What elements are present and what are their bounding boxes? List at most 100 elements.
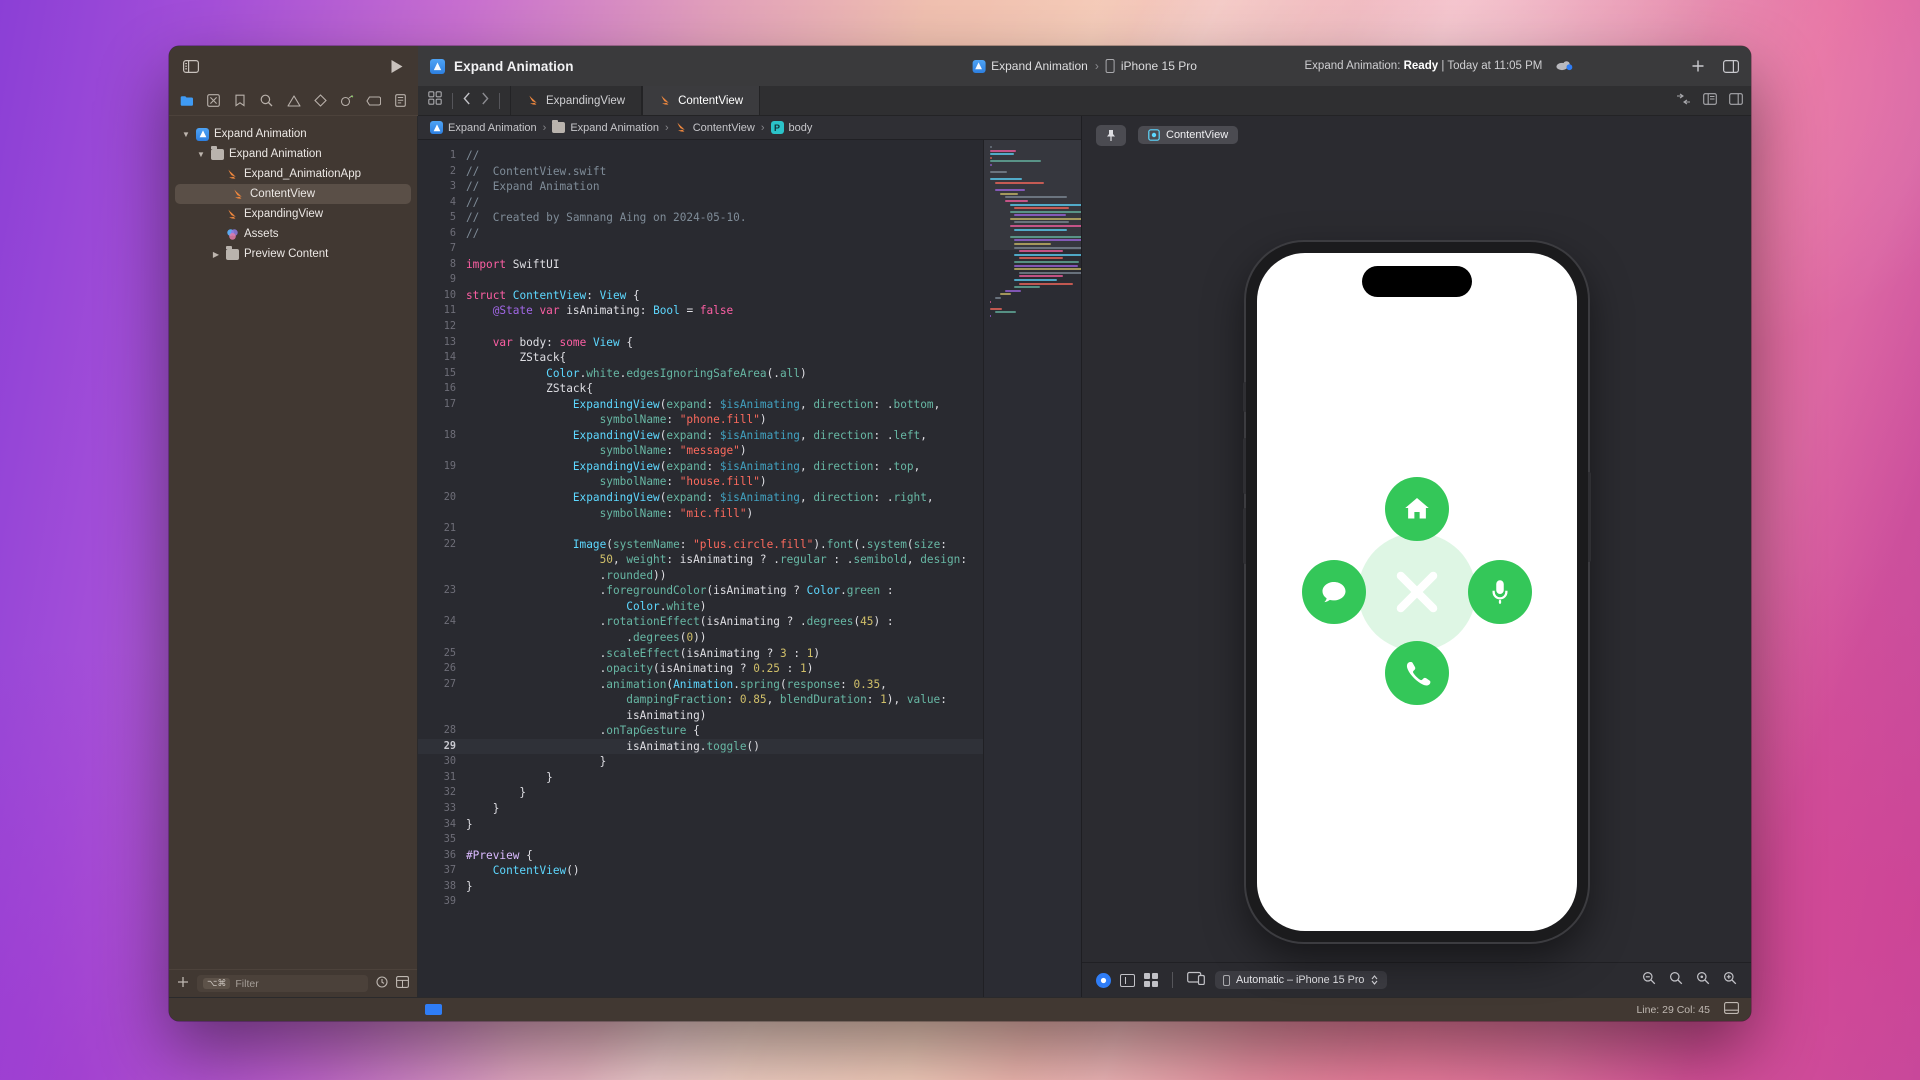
xcode-project-icon bbox=[196, 127, 209, 141]
minimap-line bbox=[990, 153, 1015, 156]
layout-icon[interactable] bbox=[396, 975, 409, 993]
tab-grid-icon[interactable] bbox=[428, 91, 442, 110]
code-editor[interactable]: //// ContentView.swift// Expand Animatio… bbox=[418, 140, 983, 997]
navigator-icon-debug[interactable] bbox=[337, 92, 357, 110]
selectable-icon[interactable] bbox=[1120, 973, 1135, 987]
scheme-label: Expand Animation bbox=[991, 59, 1088, 73]
plus-icon[interactable] bbox=[1691, 59, 1705, 73]
bubble-phone[interactable] bbox=[1384, 641, 1449, 705]
file-tree-label: Expand_AnimationApp bbox=[244, 168, 361, 180]
sidebar-icon[interactable] bbox=[183, 59, 199, 73]
code-line: } bbox=[418, 879, 983, 895]
dynamic-island bbox=[1361, 266, 1472, 297]
file-tree-row[interactable]: ▼ Expand Animation bbox=[169, 144, 417, 164]
navigator-icon-issues[interactable] bbox=[284, 92, 304, 110]
code-line: Color.white) bbox=[626, 599, 707, 613]
navigator-icon-source-control[interactable] bbox=[204, 92, 224, 110]
main-body: ▼ Expand Animation ▼ Expand Animation Expand… bbox=[169, 116, 1751, 997]
status-bar-activity[interactable]: Expand Animation: Ready | Today at 11:05… bbox=[1305, 59, 1574, 74]
file-tree-row[interactable]: ExpandingView bbox=[169, 204, 417, 224]
chevron-right-icon[interactable] bbox=[481, 92, 489, 110]
plus-icon[interactable] bbox=[177, 975, 189, 993]
file-tree-row[interactable]: Expand_AnimationApp bbox=[169, 164, 417, 184]
swift-file-icon bbox=[234, 189, 242, 199]
source-code[interactable]: //// ContentView.swift// Expand Animatio… bbox=[418, 140, 983, 997]
xcode-window: Expand Animation Expand Animation › iPho… bbox=[169, 46, 1751, 1021]
scheme-separator: › bbox=[1094, 59, 1099, 73]
breadcrumb-item[interactable]: Pbody bbox=[770, 121, 812, 134]
minimap-line bbox=[1014, 253, 1081, 256]
zoom-in-icon[interactable] bbox=[1723, 971, 1737, 990]
navigator-icon-reports[interactable] bbox=[390, 92, 410, 110]
inspector-panel-icon[interactable] bbox=[1723, 59, 1739, 73]
file-tree-row[interactable]: ContentView bbox=[175, 184, 411, 204]
zoom-out-icon[interactable] bbox=[1642, 971, 1656, 990]
device-settings-icon[interactable] bbox=[1187, 971, 1205, 990]
file-tree-row[interactable]: ▼ Expand Animation bbox=[169, 124, 417, 144]
console-toggle-icon[interactable] bbox=[1724, 1002, 1739, 1017]
navigator-icon-bookmarks[interactable] bbox=[230, 92, 250, 110]
split-editor-icon[interactable] bbox=[1676, 92, 1691, 110]
code-review-icon[interactable] bbox=[1703, 92, 1717, 110]
run-icon[interactable] bbox=[390, 59, 404, 74]
chevron-down-icon[interactable]: ▼ bbox=[196, 150, 206, 159]
tab-divider bbox=[452, 92, 453, 109]
minimap-line bbox=[994, 296, 1001, 299]
code-line: ExpandingView(expand: $isAnimating, dire… bbox=[418, 459, 983, 475]
navigator-icon-breakpoints[interactable] bbox=[363, 92, 383, 110]
device-label: Automatic – iPhone 15 Pro bbox=[1236, 974, 1365, 986]
status-bar-right: Line: 29 Col: 45 bbox=[1636, 1002, 1739, 1017]
pin-icon[interactable] bbox=[1096, 124, 1126, 146]
code-line: .rotationEffect(isAnimating ? .degrees(4… bbox=[418, 614, 983, 630]
bubble-message[interactable] bbox=[1301, 560, 1366, 624]
minimap-line bbox=[1014, 214, 1066, 217]
code-line bbox=[418, 241, 983, 257]
tab-contentview[interactable]: ContentView bbox=[642, 86, 761, 115]
breadcrumb-item[interactable]: ContentView bbox=[675, 121, 755, 134]
bubble-mic[interactable] bbox=[1467, 560, 1532, 624]
zoom-to-fit-icon[interactable] bbox=[1669, 971, 1683, 990]
chevron-down-icon[interactable]: ▼ bbox=[181, 130, 191, 139]
navigator-icon-project[interactable] bbox=[177, 92, 197, 110]
minimap-line bbox=[1009, 210, 1081, 213]
code-line: } bbox=[418, 754, 983, 770]
minimap-line bbox=[1004, 289, 1021, 292]
breadcrumb-item[interactable]: Expand Animation bbox=[430, 121, 537, 134]
minimap-line bbox=[990, 160, 1042, 163]
adjust-editor-icon[interactable] bbox=[1729, 92, 1743, 110]
device-selector[interactable]: Automatic – iPhone 15 Pro bbox=[1215, 971, 1388, 989]
zoom-100-icon[interactable] bbox=[1696, 971, 1710, 990]
preview-chip-label: ContentView bbox=[1166, 129, 1229, 141]
bubble-house[interactable] bbox=[1384, 477, 1449, 541]
minimap-line bbox=[1014, 228, 1067, 231]
preview-chip[interactable]: ContentView bbox=[1138, 126, 1239, 144]
code-minimap[interactable] bbox=[983, 140, 1081, 997]
breadcrumb-separator: › bbox=[760, 121, 765, 134]
code-line: .onTapGesture { bbox=[418, 723, 983, 739]
file-tree-label: Preview Content bbox=[244, 248, 329, 260]
navigator-icon-find[interactable] bbox=[257, 92, 277, 110]
minimap-line bbox=[1019, 275, 1064, 278]
iphone-icon bbox=[1105, 59, 1115, 73]
preview-screen[interactable] bbox=[1256, 253, 1577, 931]
scheme-destination-selector[interactable]: Expand Animation › iPhone 15 Pro bbox=[964, 56, 1205, 76]
clock-icon[interactable] bbox=[376, 975, 388, 993]
blue-indicator[interactable] bbox=[425, 1004, 442, 1015]
chevron-left-icon[interactable] bbox=[463, 92, 471, 110]
minimap-line bbox=[1014, 268, 1081, 271]
cloud-icon bbox=[1556, 59, 1573, 74]
variants-icon[interactable] bbox=[1144, 973, 1158, 987]
tab-expandingview[interactable]: ExpandingView bbox=[510, 86, 643, 115]
navigator-icon-tests[interactable] bbox=[310, 92, 330, 110]
canvas-mode-controls bbox=[1096, 972, 1158, 988]
code-line: ExpandingView(expand: $isAnimating, dire… bbox=[418, 397, 983, 413]
code-line: .opacity(isAnimating ? 0.25 : 1) bbox=[418, 661, 983, 677]
filter-input[interactable]: ⌥⌘ Filter bbox=[197, 975, 368, 992]
file-tree-row[interactable]: Assets bbox=[169, 224, 417, 244]
breadcrumb-item[interactable]: Expand Animation bbox=[552, 119, 659, 134]
chevron-right-icon[interactable]: ▶ bbox=[211, 250, 221, 259]
live-preview-icon[interactable] bbox=[1096, 972, 1111, 988]
minimap-line bbox=[999, 293, 1011, 296]
file-tree-row[interactable]: ▶ Preview Content bbox=[169, 244, 417, 264]
tab-label: ExpandingView bbox=[546, 94, 626, 107]
